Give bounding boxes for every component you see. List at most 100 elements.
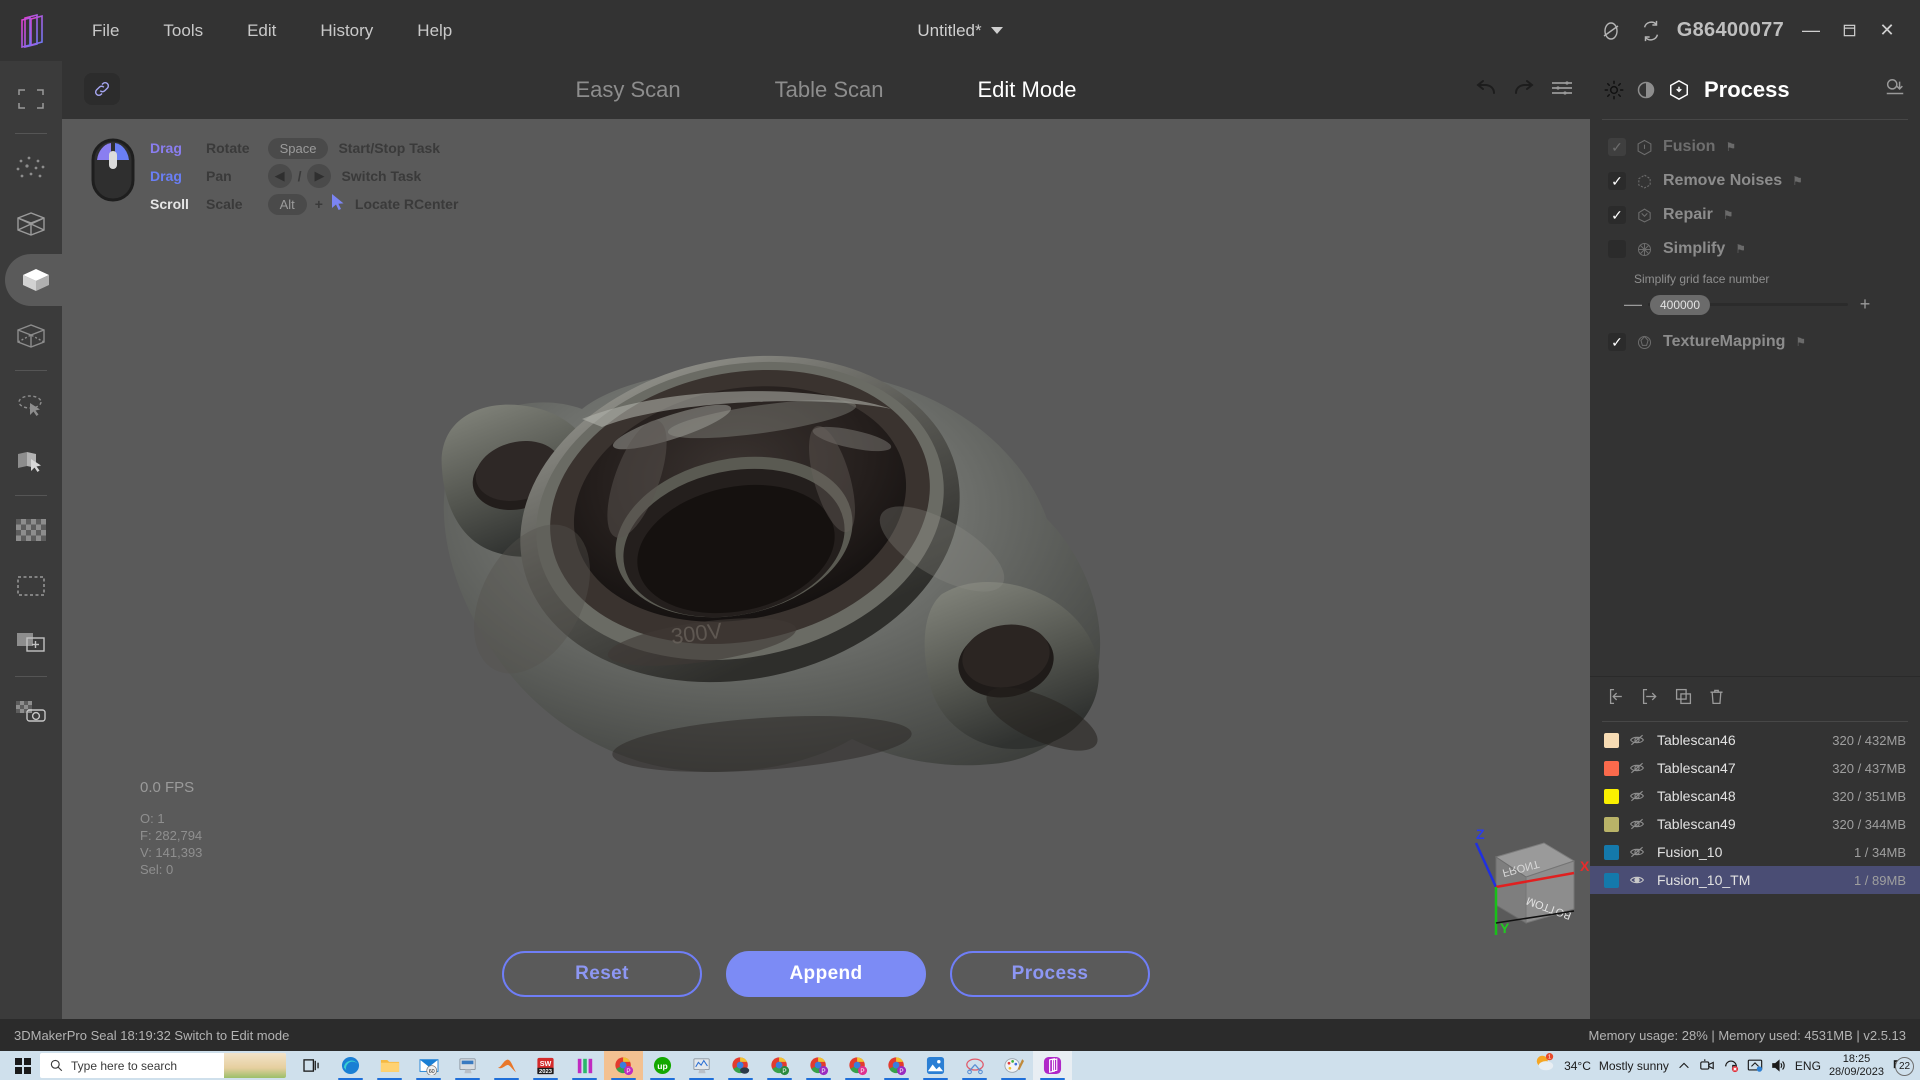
refresh-icon[interactable]	[1631, 11, 1671, 51]
table-row[interactable]: Tablescan47 320 / 437MB	[1590, 754, 1920, 782]
plane-select-icon[interactable]	[5, 435, 57, 487]
eye-on-icon[interactable]	[1629, 872, 1647, 888]
eye-off-icon[interactable]	[1629, 844, 1647, 860]
no-connection-icon[interactable]	[1591, 11, 1631, 51]
table-row[interactable]: Fusion_10 1 / 34MB	[1590, 838, 1920, 866]
checkbox-texture-mapping[interactable]: ✓	[1608, 333, 1626, 351]
info-flag-icon[interactable]: ⚑	[1725, 140, 1736, 154]
slider-value[interactable]: 400000	[1649, 294, 1711, 315]
chrome-profile-purple2-icon[interactable]: P	[877, 1051, 916, 1080]
color-swatch[interactable]	[1604, 788, 1619, 804]
eye-off-icon[interactable]	[1629, 816, 1647, 832]
close-button[interactable]: ✕	[1868, 11, 1906, 51]
nvidia-icon[interactable]	[565, 1051, 604, 1080]
tab-table-scan[interactable]: Table Scan	[771, 65, 888, 115]
camera-icon[interactable]	[1699, 1058, 1715, 1073]
3dmakerpro-icon[interactable]	[1033, 1051, 1072, 1080]
process-step-simplify[interactable]: ✓ Simplify ⚑	[1590, 232, 1920, 266]
color-swatch[interactable]	[1604, 732, 1619, 748]
menu-item-help[interactable]: Help	[395, 15, 474, 47]
duplicate-icon[interactable]	[1674, 687, 1693, 711]
eye-off-icon[interactable]	[1629, 732, 1647, 748]
simplify-slider[interactable]: — 400000 +	[1624, 294, 1872, 315]
info-flag-icon[interactable]: ⚑	[1795, 335, 1806, 349]
brightness-icon[interactable]	[1604, 80, 1624, 100]
menu-item-file[interactable]: File	[70, 15, 141, 47]
solidworks-2023-icon[interactable]: SW 2023	[526, 1051, 565, 1080]
checkbox-simplify[interactable]: ✓	[1608, 240, 1626, 258]
table-row[interactable]: Tablescan49 320 / 344MB	[1590, 810, 1920, 838]
minimize-button[interactable]: —	[1792, 11, 1830, 51]
volume-icon[interactable]	[1771, 1058, 1787, 1073]
language-indicator[interactable]: ENG	[1795, 1059, 1821, 1073]
matlab-icon[interactable]	[487, 1051, 526, 1080]
process-step-repair[interactable]: ✓ Repair ⚑	[1590, 198, 1920, 232]
view-orientation-gizmo[interactable]: FRONT BOTTOM Z X Y	[1458, 821, 1590, 941]
eye-off-icon[interactable]	[1629, 760, 1647, 776]
chrome-profile-green-icon[interactable]: P	[760, 1051, 799, 1080]
point-cloud-icon[interactable]	[5, 142, 57, 194]
tab-edit-mode[interactable]: Edit Mode	[965, 65, 1089, 124]
rect-select-icon[interactable]	[5, 560, 57, 612]
clock[interactable]: 18:25 28/09/2023	[1829, 1053, 1884, 1079]
export-icon[interactable]	[1641, 687, 1660, 711]
lasso-select-icon[interactable]	[5, 379, 57, 431]
mail-icon[interactable]: 60	[409, 1051, 448, 1080]
chevron-down-icon[interactable]	[990, 27, 1003, 34]
tab-easy-scan[interactable]: Easy Scan	[571, 65, 684, 115]
file-explorer-icon[interactable]	[370, 1051, 409, 1080]
redo-icon[interactable]	[1512, 78, 1536, 103]
texture-capture-icon[interactable]	[5, 685, 57, 737]
color-swatch[interactable]	[1604, 816, 1619, 832]
paint-icon[interactable]	[994, 1051, 1033, 1080]
wireframe-mesh-icon[interactable]	[5, 198, 57, 250]
contrast-icon[interactable]	[1636, 80, 1656, 100]
snip-sketch-icon[interactable]	[955, 1051, 994, 1080]
process-step-texture-mapping[interactable]: ✓ TextureMapping ⚑	[1590, 325, 1920, 359]
checkbox-fusion[interactable]: ✓	[1608, 138, 1626, 156]
info-flag-icon[interactable]: ⚑	[1723, 208, 1734, 222]
system-monitor-icon[interactable]	[682, 1051, 721, 1080]
slider-decrement-button[interactable]: —	[1624, 294, 1642, 315]
process-step-fusion[interactable]: ✓ Fusion ⚑	[1590, 130, 1920, 164]
table-row[interactable]: Tablescan46 320 / 432MB	[1590, 726, 1920, 754]
menu-item-tools[interactable]: Tools	[141, 15, 225, 47]
add-layer-icon[interactable]	[5, 616, 57, 668]
no-audio-device-icon[interactable]	[1723, 1058, 1739, 1073]
delete-icon[interactable]	[1707, 687, 1726, 711]
search-input[interactable]: Type here to search	[40, 1053, 286, 1078]
checkbox-remove-noises[interactable]: ✓	[1608, 172, 1626, 190]
undo-icon[interactable]	[1474, 78, 1498, 103]
edge-icon[interactable]	[331, 1051, 370, 1080]
menu-item-history[interactable]: History	[298, 15, 395, 47]
notification-center-icon[interactable]: 22	[1892, 1057, 1914, 1076]
export-view-icon[interactable]	[1884, 77, 1906, 104]
display-icon[interactable]	[1747, 1058, 1763, 1073]
upwork-icon[interactable]: up	[643, 1051, 682, 1080]
remote-desktop-icon[interactable]	[448, 1051, 487, 1080]
process-button[interactable]: Process	[950, 951, 1150, 997]
table-row[interactable]: Tablescan48 320 / 351MB	[1590, 782, 1920, 810]
menu-item-edit[interactable]: Edit	[225, 15, 298, 47]
task-view-icon[interactable]	[292, 1051, 331, 1080]
table-row[interactable]: Fusion_10_TM 1 / 89MB	[1590, 866, 1920, 894]
maximize-button[interactable]	[1830, 11, 1868, 51]
fit-view-icon[interactable]	[5, 73, 57, 125]
chrome-profile-p-icon[interactable]: P	[604, 1051, 643, 1080]
checker-texture-icon[interactable]	[5, 504, 57, 556]
slider-track[interactable]: 400000	[1648, 294, 1848, 315]
color-swatch[interactable]	[1604, 844, 1619, 860]
color-swatch[interactable]	[1604, 872, 1619, 888]
viewport-3d[interactable]: 300V Drag Rotate Drag Pan Scroll Scale S…	[62, 119, 1590, 1019]
color-swatch[interactable]	[1604, 760, 1619, 776]
reset-button[interactable]: Reset	[502, 951, 702, 997]
chrome-icon[interactable]	[721, 1051, 760, 1080]
info-flag-icon[interactable]: ⚑	[1792, 174, 1803, 188]
import-icon[interactable]	[1608, 687, 1627, 711]
solid-mesh-icon[interactable]	[5, 254, 67, 306]
checkbox-repair[interactable]: ✓	[1608, 206, 1626, 224]
weather-icon[interactable]: 1	[1534, 1053, 1556, 1078]
start-button-icon[interactable]	[6, 1051, 40, 1080]
chevron-up-icon[interactable]	[1677, 1059, 1691, 1073]
eye-off-icon[interactable]	[1629, 788, 1647, 804]
